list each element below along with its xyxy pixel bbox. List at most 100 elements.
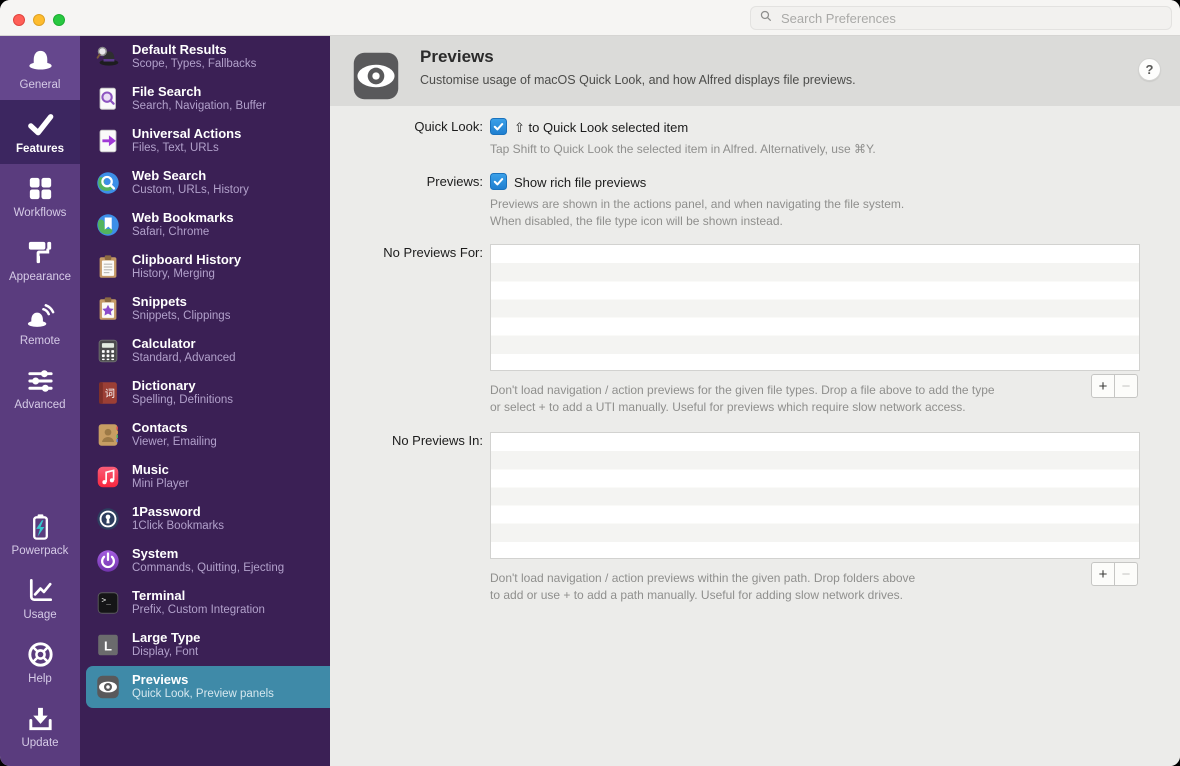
rail-item-remote[interactable]: Remote	[0, 292, 80, 356]
sidebar-item-previews[interactable]: Previews Quick Look, Preview panels	[86, 666, 330, 708]
sidebar-item-calculator[interactable]: Calculator Standard, Advanced	[80, 330, 330, 372]
previews-panel: Previews Customise usage of macOS Quick …	[330, 36, 1180, 766]
sidebar-item-title: Clipboard History	[132, 252, 242, 267]
sidebar-item-title: Snippets	[132, 294, 187, 309]
sidebar-item-universal-actions[interactable]: Universal Actions Files, Text, URLs	[80, 120, 330, 162]
page-description: Customise usage of macOS Quick Look, and…	[420, 73, 856, 87]
rail-item-label: Help	[28, 673, 52, 685]
onepassword-icon	[94, 505, 122, 533]
previews-label: Previews:	[426, 174, 483, 189]
no-previews-in-label: No Previews In:	[391, 433, 483, 448]
rail-item-appearance[interactable]: Appearance	[0, 228, 80, 292]
lifebuoy-icon	[25, 639, 56, 670]
rail-item-label: Update	[21, 737, 59, 749]
rail-item-label: Remote	[19, 335, 61, 347]
no-previews-for-actions: + −	[1091, 374, 1138, 398]
grid-icon	[25, 173, 56, 204]
search-input[interactable]	[779, 9, 1163, 27]
sidebar-item-subtitle: Standard, Advanced	[132, 351, 236, 364]
rail-item-usage[interactable]: Usage	[0, 566, 80, 630]
quick-look-label: Quick Look:	[414, 119, 483, 134]
terminal-icon: >_	[94, 589, 122, 617]
sidebar-item-title: Large Type	[132, 630, 201, 645]
sidebar-item-clipboard-history[interactable]: Clipboard History History, Merging	[80, 246, 330, 288]
no-previews-for-label: No Previews For:	[383, 245, 483, 260]
no-previews-in-helper: Don't load navigation / action previews …	[490, 571, 916, 602]
sidebar-item-subtitle: Snippets, Clippings	[132, 309, 231, 322]
zoom-button[interactable]	[53, 14, 65, 26]
sidebar-item-title: Web Bookmarks	[132, 210, 234, 225]
rich-previews-checkbox[interactable]	[490, 173, 507, 190]
title-bar	[0, 0, 1180, 36]
quick-look-checkbox-label[interactable]: ⇧ to Quick Look selected item	[514, 120, 688, 136]
rich-previews-checkbox-label[interactable]: Show rich file previews	[514, 175, 646, 190]
no-previews-in-add-button[interactable]: +	[1091, 562, 1115, 586]
sidebar-item-contacts[interactable]: Contacts Viewer, Emailing	[80, 414, 330, 456]
sidebar-item-subtitle: 1Click Bookmarks	[132, 519, 225, 532]
hat-icon	[25, 45, 56, 76]
alfred-preferences-window: General Features Workflows Appearance Remote…	[0, 0, 1180, 766]
sliders-icon	[25, 365, 56, 396]
no-previews-for-list[interactable]	[490, 244, 1140, 371]
sidebar-item-music[interactable]: Music Mini Player	[80, 456, 330, 498]
sidebar-item-title: Contacts	[132, 420, 188, 435]
sidebar-item-web-search[interactable]: Web Search Custom, URLs, History	[80, 162, 330, 204]
help-button[interactable]: ?	[1138, 58, 1161, 81]
no-previews-in-list[interactable]	[490, 432, 1140, 559]
rail-item-workflows[interactable]: Workflows	[0, 164, 80, 228]
rail-item-general[interactable]: General	[0, 36, 80, 100]
sidebar-item-terminal[interactable]: >_ Terminal Prefix, Custom Integration	[80, 582, 330, 624]
search-icon	[759, 9, 779, 28]
category-rail-top: General Features Workflows Appearance Remote…	[0, 36, 80, 420]
category-rail: General Features Workflows Appearance Remote…	[0, 36, 80, 766]
rail-item-features[interactable]: Features	[0, 100, 80, 164]
sidebar-item-title: Previews	[132, 672, 189, 687]
sidebar-item-subtitle: Scope, Types, Fallbacks	[132, 57, 257, 70]
svg-text:L: L	[104, 639, 112, 654]
sidebar-item-large-type[interactable]: L Large Type Display, Font	[80, 624, 330, 666]
no-previews-in-remove-button[interactable]: −	[1114, 562, 1138, 586]
quick-look-helper: Tap Shift to Quick Look the selected ite…	[490, 142, 876, 156]
sidebar-item-web-bookmarks[interactable]: Web Bookmarks Safari, Chrome	[80, 204, 330, 246]
sidebar-item-title: Default Results	[132, 42, 227, 57]
sidebar-item-subtitle: History, Merging	[132, 267, 215, 280]
rail-item-powerpack[interactable]: Powerpack	[0, 502, 80, 566]
web-bookmarks-icon	[94, 211, 122, 239]
sidebar-item-subtitle: Files, Text, URLs	[132, 141, 219, 154]
rail-item-update[interactable]: Update	[0, 694, 80, 758]
dictionary-icon: 词	[94, 379, 122, 407]
quick-look-checkbox[interactable]	[490, 118, 507, 135]
sidebar-item-subtitle: Spelling, Definitions	[132, 393, 234, 406]
sidebar-item-snippets[interactable]: Snippets Snippets, Clippings	[80, 288, 330, 330]
search-field[interactable]	[750, 6, 1172, 30]
sidebar-item-subtitle: Prefix, Custom Integration	[132, 603, 265, 616]
sidebar-item-system[interactable]: System Commands, Quitting, Ejecting	[80, 540, 330, 582]
rail-item-label: Usage	[23, 609, 57, 621]
clipboard-icon	[94, 253, 122, 281]
close-button[interactable]	[13, 14, 25, 26]
svg-text:>_: >_	[101, 596, 111, 605]
no-previews-for-remove-button[interactable]: −	[1114, 374, 1138, 398]
no-previews-for-add-button[interactable]: +	[1091, 374, 1115, 398]
rail-item-label: Appearance	[8, 271, 72, 283]
sidebar-item-file-search[interactable]: File Search Search, Navigation, Buffer	[80, 78, 330, 120]
no-previews-for-helper: Don't load navigation / action previews …	[490, 383, 995, 414]
sidebar-item-subtitle: Display, Font	[132, 645, 199, 658]
sidebar-item-default-results[interactable]: Default Results Scope, Types, Fallbacks	[80, 36, 330, 78]
battery-bolt-icon	[25, 511, 56, 542]
music-icon	[94, 463, 122, 491]
rail-item-advanced[interactable]: Advanced	[0, 356, 80, 420]
sidebar-item-title: File Search	[132, 84, 202, 99]
category-rail-bottom: Powerpack Usage Help Update	[0, 502, 80, 758]
sidebar-item-title: System	[132, 546, 179, 561]
minimize-button[interactable]	[33, 14, 45, 26]
calculator-icon	[94, 337, 122, 365]
system-icon	[94, 547, 122, 575]
contacts-icon	[94, 421, 122, 449]
sidebar-item-dictionary[interactable]: 词 Dictionary Spelling, Definitions	[80, 372, 330, 414]
sidebar-item-subtitle: Custom, URLs, History	[132, 183, 249, 196]
sidebar-item-1password[interactable]: 1Password 1Click Bookmarks	[80, 498, 330, 540]
rail-item-label: Features	[16, 143, 64, 155]
previews-eye-icon	[347, 47, 405, 105]
rail-item-help[interactable]: Help	[0, 630, 80, 694]
